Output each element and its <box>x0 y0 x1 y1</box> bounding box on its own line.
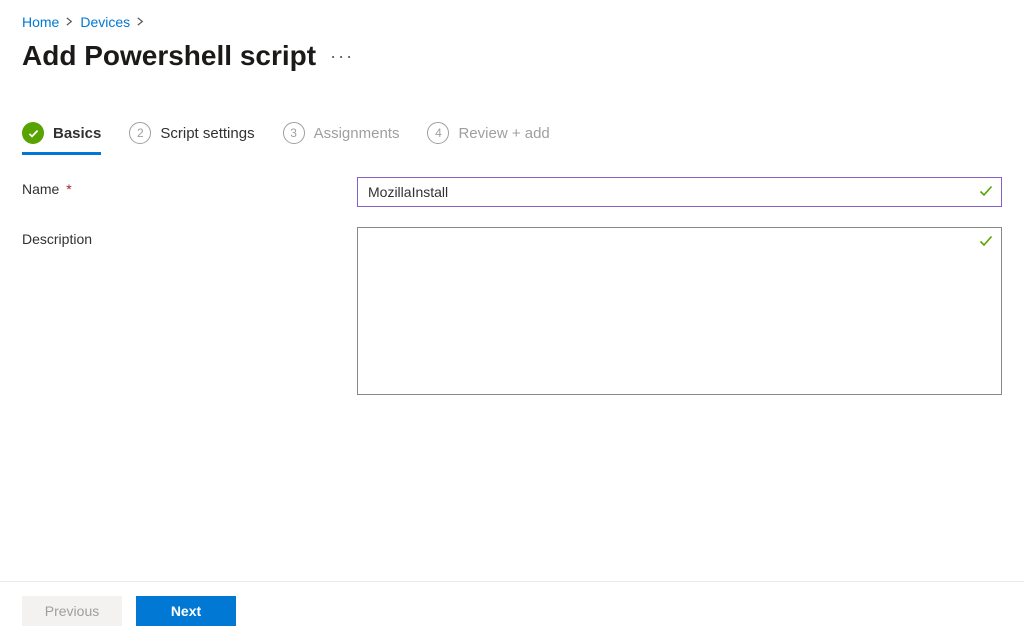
more-button[interactable]: ··· <box>330 47 354 65</box>
tab-basics[interactable]: Basics <box>22 122 101 155</box>
wizard-footer: Previous Next <box>0 581 1024 636</box>
check-icon <box>22 122 44 144</box>
name-input[interactable] <box>357 177 1002 207</box>
tab-label: Basics <box>53 125 101 142</box>
tab-script-settings[interactable]: 2 Script settings <box>129 122 254 155</box>
tab-label: Review + add <box>458 125 549 142</box>
wizard-tabs: Basics 2 Script settings 3 Assignments 4… <box>22 122 1002 155</box>
required-indicator: * <box>66 181 71 197</box>
breadcrumb-home[interactable]: Home <box>22 14 59 30</box>
tab-label: Assignments <box>314 125 400 142</box>
label-text: Name <box>22 181 59 197</box>
chevron-right-icon <box>136 15 145 29</box>
breadcrumb: Home Devices <box>22 14 1002 30</box>
tab-assignments: 3 Assignments <box>283 122 400 155</box>
page-title: Add Powershell script <box>22 40 316 72</box>
tab-review-add: 4 Review + add <box>427 122 549 155</box>
form-row-description: Description <box>22 227 1002 398</box>
description-textarea[interactable] <box>357 227 1002 395</box>
step-number-icon: 3 <box>283 122 305 144</box>
description-label: Description <box>22 227 357 247</box>
name-label: Name * <box>22 177 357 197</box>
breadcrumb-devices[interactable]: Devices <box>80 14 130 30</box>
step-number-icon: 4 <box>427 122 449 144</box>
step-number-icon: 2 <box>129 122 151 144</box>
form-row-name: Name * <box>22 177 1002 207</box>
title-row: Add Powershell script ··· <box>22 40 1002 72</box>
tab-label: Script settings <box>160 125 254 142</box>
previous-button[interactable]: Previous <box>22 596 122 626</box>
chevron-right-icon <box>65 15 74 29</box>
next-button[interactable]: Next <box>136 596 236 626</box>
